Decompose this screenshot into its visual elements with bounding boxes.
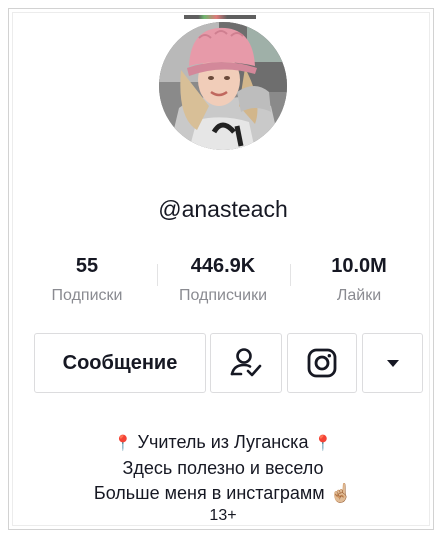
bio: 📍 Учитель из Луганска 📍 Здесь полезно и … xyxy=(0,430,446,526)
bio-line-3: Больше меня в инстаграмм ☝🏼 xyxy=(0,481,446,506)
pin-icon: 📍 xyxy=(113,435,133,452)
age-rating: 13+ xyxy=(209,507,237,524)
more-button[interactable] xyxy=(362,333,423,393)
likes-label: Лайки xyxy=(336,287,382,304)
username: @anasteach xyxy=(158,196,288,222)
follow-status-button[interactable] xyxy=(210,333,282,393)
likes-count: 10.0M xyxy=(331,255,387,277)
stat-following[interactable]: 55 Подписки xyxy=(14,255,160,305)
followers-count: 446.9K xyxy=(190,255,256,277)
top-strip xyxy=(184,15,256,19)
instagram-icon xyxy=(307,348,337,378)
avatar[interactable] xyxy=(159,22,287,150)
following-label: Подписки xyxy=(51,287,123,304)
instagram-button[interactable] xyxy=(287,333,357,393)
stat-followers[interactable]: 446.9K Подписчики xyxy=(150,255,296,305)
message-button[interactable]: Сообщение xyxy=(34,333,206,393)
bio-line-1: 📍 Учитель из Луганска 📍 xyxy=(0,430,446,456)
action-buttons: Сообщение xyxy=(0,333,446,395)
user-check-icon xyxy=(230,348,262,377)
bio-line-3-text: Больше меня в инстаграмм xyxy=(93,483,325,503)
caret-down-icon xyxy=(386,359,399,367)
pin-icon: 📍 xyxy=(313,435,333,452)
profile-photo-icon xyxy=(159,22,287,150)
stat-likes[interactable]: 10.0M Лайки xyxy=(286,255,432,305)
bio-line-1-text: Учитель из Луганска xyxy=(137,432,309,452)
followers-label: Подписчики xyxy=(178,287,267,304)
pointing-hand-icon: ☝🏼 xyxy=(329,483,353,503)
stats-row: 55 Подписки 446.9K Подписчики 10.0M Лайк… xyxy=(0,255,446,315)
following-count: 55 xyxy=(75,255,99,277)
bio-line-2: Здесь полезно и весело xyxy=(122,458,324,478)
